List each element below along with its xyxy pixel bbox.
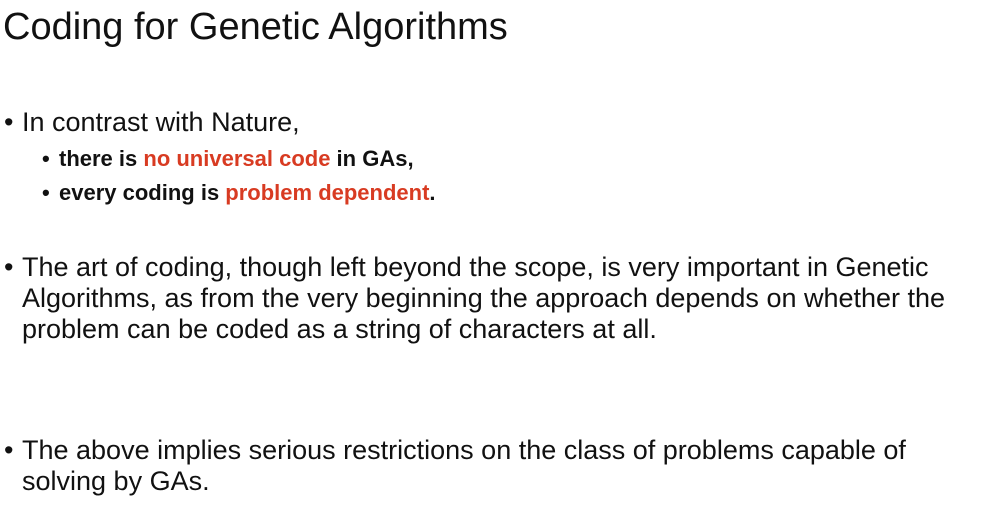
- highlighted-text: problem dependent: [225, 180, 430, 205]
- bullet-dot: •: [4, 252, 14, 282]
- sub-bullet-text-after: .: [429, 180, 436, 205]
- highlighted-text: no universal code: [143, 146, 331, 171]
- sub-bullet-text-before: there is: [59, 146, 144, 171]
- sub-bullet-text: every coding is problem dependent.: [59, 176, 942, 210]
- bullet-dot: •: [4, 435, 14, 465]
- bullet-dot: •: [42, 180, 50, 205]
- sub-bullet-text-before: every coding is: [59, 180, 226, 205]
- bullet-item: • In contrast with Nature,: [4, 107, 966, 138]
- sub-bullet-text-after: in GAs,: [330, 146, 414, 171]
- sub-bullet-item: • every coding is problem dependent.: [42, 176, 942, 210]
- bullet-item: • The art of coding, though left beyond …: [4, 252, 966, 345]
- bullet-dot: •: [4, 107, 14, 137]
- slide-title: Coding for Genetic Algorithms: [3, 6, 508, 48]
- sub-bullet-item: • there is no universal code in GAs,: [42, 142, 942, 176]
- sub-bullet-text: there is no universal code in GAs,: [59, 142, 942, 176]
- bullet-text: The art of coding, though left beyond th…: [22, 252, 946, 344]
- bullet-text: The above implies serious restrictions o…: [22, 435, 906, 496]
- bullet-item: • The above implies serious restrictions…: [4, 435, 966, 497]
- bullet-dot: •: [42, 146, 50, 171]
- slide: Coding for Genetic Algorithms • In contr…: [0, 0, 982, 526]
- bullet-text: In contrast with Nature,: [22, 107, 300, 137]
